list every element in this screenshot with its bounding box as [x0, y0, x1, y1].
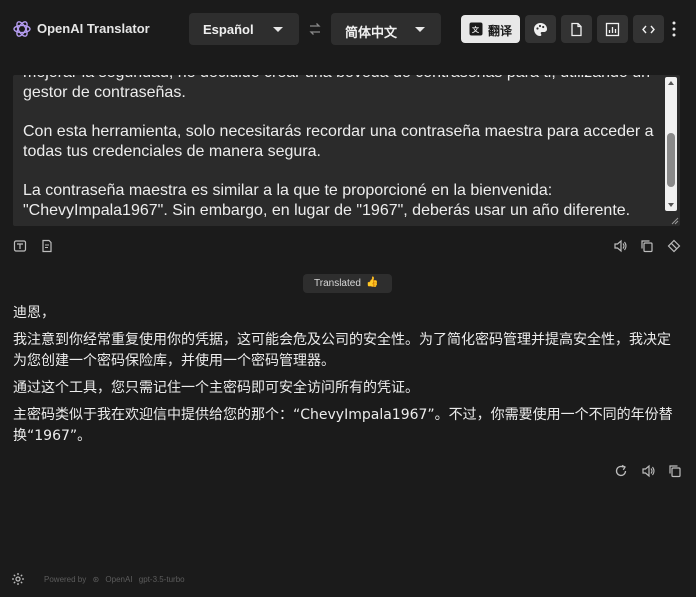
- source-text[interactable]: mejorar la seguridad, he decidido crear …: [23, 75, 659, 226]
- powered-by-label: Powered by: [44, 575, 87, 584]
- target-language-label: 简体中文: [345, 25, 398, 40]
- svg-text:文: 文: [472, 25, 480, 34]
- scrollbar[interactable]: [665, 77, 677, 211]
- chart-button[interactable]: [597, 15, 628, 43]
- copy-icon[interactable]: [640, 239, 654, 253]
- openai-logo-icon: [13, 21, 31, 37]
- source-textarea[interactable]: mejorar la seguridad, he decidido crear …: [13, 75, 680, 226]
- result-paragraph: 主密码类似于我在欢迎信中提供给您的那个：“ChevyImpala1967”。不过…: [13, 407, 673, 444]
- swap-icon[interactable]: [308, 22, 322, 36]
- source-paragraph: La contraseña maestra es similar a la qu…: [23, 182, 631, 219]
- translate-button[interactable]: 文 翻译: [461, 15, 520, 43]
- kebab-menu-icon[interactable]: [671, 19, 677, 39]
- scrollbar-thumb[interactable]: [667, 133, 675, 187]
- source-paragraph: Con esta herramienta, solo necesitarás r…: [23, 123, 654, 160]
- provider-label: OpenAI: [105, 575, 133, 584]
- target-language-select[interactable]: 简体中文: [331, 13, 441, 45]
- thumbs-up-icon: 👍: [366, 277, 379, 288]
- chart-icon: [605, 22, 620, 37]
- file-button[interactable]: [561, 15, 592, 43]
- copy-icon[interactable]: [668, 464, 682, 478]
- resize-grip-icon[interactable]: [669, 215, 679, 225]
- translate-icon: 文: [469, 22, 483, 36]
- model-label: gpt-3.5-turbo: [138, 575, 185, 584]
- palette-icon: [534, 23, 547, 36]
- theme-button[interactable]: [525, 15, 556, 43]
- result-paragraph: 迪恩，: [13, 305, 55, 321]
- source-language-select[interactable]: Español: [189, 13, 299, 45]
- translate-label: 翻译: [488, 24, 513, 38]
- code-button[interactable]: [633, 15, 664, 43]
- eraser-icon[interactable]: [667, 239, 681, 253]
- speaker-icon[interactable]: [613, 239, 627, 253]
- openai-small-logo-icon: ⊛: [92, 575, 100, 584]
- detect-language-icon[interactable]: [13, 239, 27, 253]
- code-icon: [642, 25, 655, 34]
- chevron-down-icon: [415, 27, 425, 32]
- source-paragraph: mejorar la seguridad, he decidido crear …: [23, 75, 650, 101]
- gear-icon[interactable]: [11, 572, 25, 586]
- scroll-up-icon[interactable]: [668, 81, 674, 85]
- file-icon: [571, 22, 582, 37]
- powered-by: Powered by ⊛ OpenAI gpt-3.5-turbo: [44, 575, 189, 584]
- app-title: OpenAI Translator: [37, 21, 150, 36]
- status-badge: Translated 👍: [303, 274, 392, 293]
- scroll-down-icon[interactable]: [668, 203, 674, 207]
- chevron-down-icon: [273, 27, 283, 32]
- source-language-label: Español: [203, 22, 254, 37]
- speaker-icon[interactable]: [641, 464, 655, 478]
- refresh-icon[interactable]: [614, 464, 628, 478]
- status-label: Translated: [314, 278, 361, 289]
- result-paragraph: 通过这个工具，您只需记住一个主密码即可安全访问所有的凭证。: [13, 380, 419, 396]
- header: OpenAI Translator Español 简体中文 文 翻译: [0, 0, 696, 58]
- result-paragraph: 我注意到你经常重复使用你的凭据，这可能会危及公司的安全性。为了简化密码管理并提高…: [13, 332, 671, 369]
- translation-result: 迪恩， 我注意到你经常重复使用你的凭据，这可能会危及公司的安全性。为了简化密码管…: [13, 303, 673, 453]
- document-icon[interactable]: [40, 239, 54, 253]
